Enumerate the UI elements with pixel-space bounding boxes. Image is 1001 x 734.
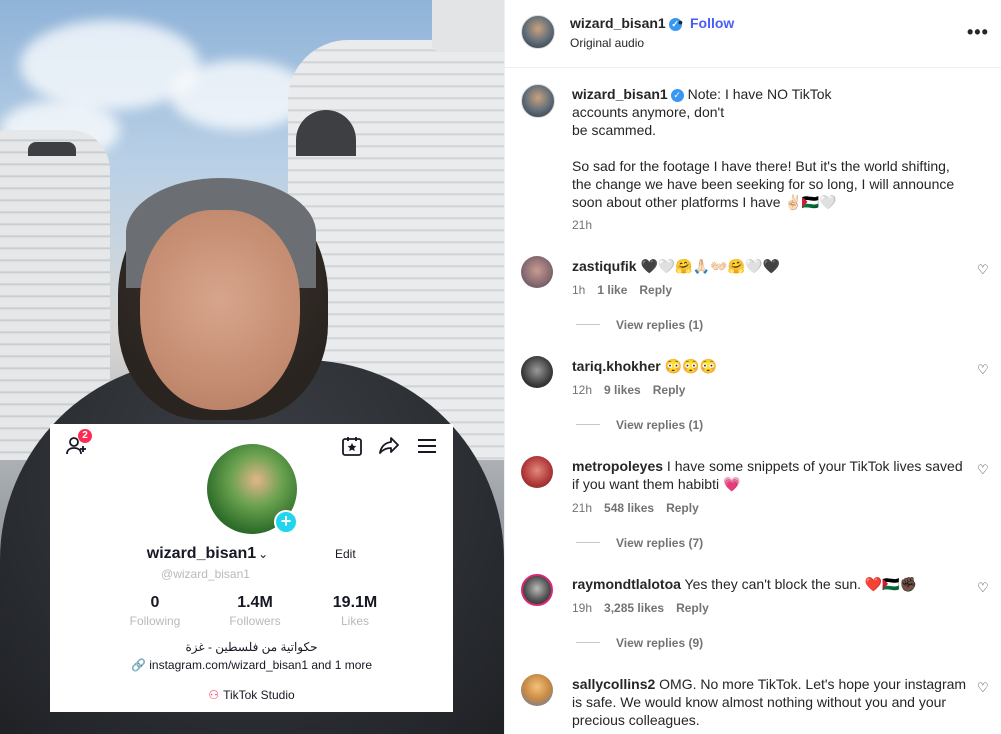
following-stat[interactable]: 0 Following: [110, 594, 200, 628]
commenter-avatar[interactable]: [521, 674, 553, 706]
commenter-username[interactable]: zastiqufik: [572, 258, 637, 274]
comment-time[interactable]: 19h: [572, 601, 592, 615]
commenter-avatar[interactable]: [521, 256, 553, 288]
tiktok-stats: 0 Following 1.4M Followers 19.1M Likes: [110, 594, 400, 628]
comment-likes[interactable]: 1 like: [597, 283, 627, 297]
comment-meta: 12h 9 likes Reply: [572, 383, 697, 397]
caption-username[interactable]: wizard_bisan1: [572, 86, 668, 102]
more-options-icon[interactable]: •••: [967, 22, 989, 43]
menu-icon[interactable]: [415, 434, 439, 458]
commenter-username[interactable]: raymondtlalotoa: [572, 576, 681, 592]
tiktok-profile-card: + wizard_bisan1 ⌄ Edit @wizard_bisan1 0 F…: [50, 424, 453, 712]
tank-cap: [28, 142, 76, 156]
follow-button[interactable]: Follow: [690, 15, 734, 31]
following-label: Following: [129, 614, 181, 628]
add-story-icon[interactable]: +: [274, 510, 298, 534]
tiktok-link[interactable]: 🔗 instagram.com/wizard_bisan1 and 1 more: [50, 658, 453, 672]
tiktok-studio-button[interactable]: ⚇ TikTok Studio: [50, 688, 453, 702]
likes-stat[interactable]: 19.1M Likes: [310, 594, 400, 628]
link-icon: 🔗: [130, 658, 146, 672]
followers-count: 1.4M: [237, 594, 273, 611]
commenter-avatar[interactable]: [521, 456, 553, 488]
likes-count: 19.1M: [332, 594, 378, 611]
post-caption: wizard_bisan1 ✓ Note: I have NO TikTok ac…: [572, 86, 955, 210]
post-header: wizard_bisan1 ✓ • Follow Original audio •…: [505, 0, 1001, 68]
verified-icon: ✓: [670, 89, 684, 102]
commenter-username[interactable]: tariq.khokher: [572, 358, 661, 374]
tiktok-handle: @wizard_bisan1: [161, 567, 250, 581]
notification-badge: 2: [78, 429, 92, 443]
comment-time[interactable]: 21h: [572, 501, 592, 515]
view-replies-button[interactable]: View replies (1): [576, 418, 703, 432]
comment-text: tariq.khokher 😳😳😳: [572, 358, 717, 374]
chevron-down-icon[interactable]: ⌄: [258, 547, 268, 561]
view-replies-button[interactable]: View replies (7): [576, 536, 703, 550]
view-replies-button[interactable]: View replies (1): [576, 318, 703, 332]
commenter-avatar-story[interactable]: [521, 574, 553, 606]
share-icon[interactable]: [377, 434, 401, 458]
studio-person-icon: ⚇: [208, 688, 220, 702]
separator-dot: •: [678, 14, 683, 30]
author-username[interactable]: wizard_bisan1 ✓: [570, 15, 682, 31]
comments-panel: wizard_bisan1 ✓ • Follow Original audio •…: [504, 0, 1001, 734]
edit-profile-button[interactable]: Edit: [335, 547, 356, 561]
comment-text: raymondtlalotoa Yes they can't block the…: [572, 576, 918, 592]
caption-timestamp[interactable]: 21h: [572, 218, 592, 232]
commenter-avatar[interactable]: [521, 356, 553, 388]
comment-text: sallycollins2 OMG. No more TikTok. Let's…: [572, 676, 967, 728]
link-url[interactable]: instagram.com/wizard_bisan1: [149, 658, 308, 672]
comment-likes[interactable]: 3,285 likes: [604, 601, 664, 615]
person-face: [140, 210, 300, 410]
commenter-username[interactable]: sallycollins2: [572, 676, 655, 692]
followers-stat[interactable]: 1.4M Followers: [210, 594, 300, 628]
studio-label: TikTok Studio: [223, 688, 295, 702]
like-heart-icon[interactable]: ♡: [977, 580, 989, 596]
like-heart-icon[interactable]: ♡: [977, 462, 989, 478]
like-heart-icon[interactable]: ♡: [977, 262, 989, 278]
link-more[interactable]: and 1 more: [308, 658, 372, 672]
reply-button[interactable]: Reply: [653, 383, 686, 397]
reply-button[interactable]: Reply: [639, 283, 672, 297]
caption-author-avatar[interactable]: [521, 84, 555, 118]
likes-label: Likes: [340, 614, 369, 628]
commenter-username[interactable]: metropoleyes: [572, 458, 663, 474]
following-count: 0: [150, 594, 160, 611]
like-heart-icon[interactable]: ♡: [977, 680, 989, 696]
tiktok-username[interactable]: wizard_bisan1 ⌄: [50, 545, 453, 563]
author-avatar[interactable]: [521, 15, 555, 49]
tiktok-bio: حكواتية من فلسطين - غزة: [185, 640, 318, 654]
comment-time[interactable]: 1h: [572, 283, 585, 297]
comment-meta: 19h 3,285 likes Reply: [572, 601, 721, 615]
followers-label: Followers: [229, 614, 281, 628]
reply-button[interactable]: Reply: [676, 601, 709, 615]
audio-label[interactable]: Original audio: [570, 36, 644, 50]
calendar-star-icon[interactable]: [340, 434, 364, 458]
view-replies-button[interactable]: View replies (9): [576, 636, 703, 650]
comment-text: metropoleyes I have some snippets of you…: [572, 458, 963, 492]
tank-top: [432, 0, 504, 52]
like-heart-icon[interactable]: ♡: [977, 362, 989, 378]
reply-button[interactable]: Reply: [666, 501, 699, 515]
comment-meta: 21h 548 likes Reply: [572, 501, 711, 515]
comment-time[interactable]: 12h: [572, 383, 592, 397]
comment-likes[interactable]: 9 likes: [604, 383, 641, 397]
comment-text: zastiqufik 🖤🤍🤗🙏🏻👐🏻🤗🤍🖤: [572, 258, 780, 274]
comment-likes[interactable]: 548 likes: [604, 501, 654, 515]
comment-meta: 1h 1 like Reply: [572, 283, 684, 297]
video-player[interactable]: + wizard_bisan1 ⌄ Edit @wizard_bisan1 0 F…: [0, 0, 504, 734]
